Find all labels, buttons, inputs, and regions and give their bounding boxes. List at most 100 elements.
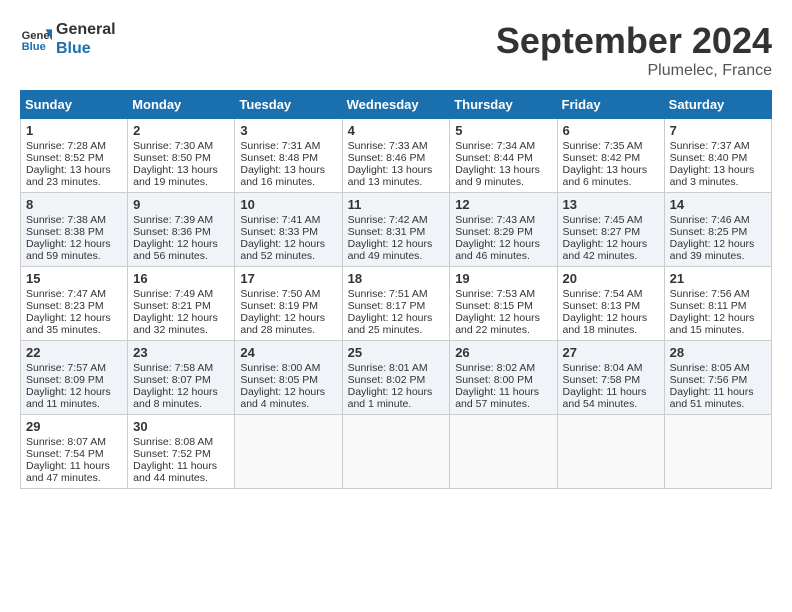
day-number: 8 [26,197,122,212]
sunset-text: Sunset: 8:17 PM [348,300,426,312]
table-row: 25Sunrise: 8:01 AMSunset: 8:02 PMDayligh… [342,341,450,415]
day-number: 9 [133,197,229,212]
sunrise-text: Sunrise: 7:49 AM [133,288,213,300]
calendar-week-5: 29 Sunrise: 8:07 AMSunset: 7:54 PMDayligh… [21,415,772,489]
sunrise-text: Sunrise: 7:58 AM [133,362,213,374]
daylight-text: Daylight: 12 hours and 25 minutes. [348,312,433,336]
day-number: 21 [670,271,766,286]
sunset-text: Sunset: 8:46 PM [348,152,426,164]
table-row [450,415,557,489]
sunset-text: Sunset: 7:58 PM [563,374,641,386]
sunrise-text: Sunrise: 7:35 AM [563,140,643,152]
table-row: 21Sunrise: 7:56 AMSunset: 8:11 PMDayligh… [664,267,771,341]
calendar-week-3: 15Sunrise: 7:47 AMSunset: 8:23 PMDayligh… [21,267,772,341]
sunset-text: Sunset: 8:07 PM [133,374,211,386]
daylight-text: Daylight: 12 hours and 18 minutes. [563,312,648,336]
sunrise-text: Sunrise: 7:46 AM [670,214,750,226]
daylight-text: Daylight: 12 hours and 8 minutes. [133,386,218,410]
table-row: 3Sunrise: 7:31 AMSunset: 8:48 PMDaylight… [235,119,342,193]
title-area: September 2024 Plumelec, France [496,20,772,80]
table-row: 9Sunrise: 7:39 AMSunset: 8:36 PMDaylight… [128,193,235,267]
table-row: 23Sunrise: 7:58 AMSunset: 8:07 PMDayligh… [128,341,235,415]
location: Plumelec, France [496,62,772,80]
sunrise-text: Sunrise: 7:47 AM [26,288,106,300]
table-row: 30Sunrise: 8:08 AMSunset: 7:52 PMDayligh… [128,415,235,489]
table-row: 13Sunrise: 7:45 AMSunset: 8:27 PMDayligh… [557,193,664,267]
daylight-text: Daylight: 11 hours and 47 minutes. [26,460,110,484]
logo-text-blue: Blue [56,39,116,58]
day-number: 25 [348,345,445,360]
daylight-text: Daylight: 12 hours and 59 minutes. [26,238,111,262]
sunrise-text: Sunrise: 7:30 AM [133,140,213,152]
day-number: 7 [670,123,766,138]
daylight-text: Daylight: 12 hours and 49 minutes. [348,238,433,262]
daylight-text: Daylight: 13 hours and 6 minutes. [563,164,648,188]
sunset-text: Sunset: 8:15 PM [455,300,533,312]
daylight-text: Daylight: 13 hours and 23 minutes. [26,164,111,188]
sunset-text: Sunset: 8:02 PM [348,374,426,386]
day-number: 2 [133,123,229,138]
col-sunday: Sunday [21,91,128,119]
daylight-text: Daylight: 12 hours and 42 minutes. [563,238,648,262]
sunrise-text: Sunrise: 7:31 AM [240,140,320,152]
calendar-week-1: 1Sunrise: 7:28 AMSunset: 8:52 PMDaylight… [21,119,772,193]
sunrise-text: Sunrise: 7:41 AM [240,214,320,226]
table-row: 24Sunrise: 8:00 AMSunset: 8:05 PMDayligh… [235,341,342,415]
sunrise-text: Sunrise: 7:39 AM [133,214,213,226]
day-number: 30 [133,419,229,434]
sunrise-text: Sunrise: 8:04 AM [563,362,643,374]
sunset-text: Sunset: 8:50 PM [133,152,211,164]
col-friday: Friday [557,91,664,119]
sunrise-text: Sunrise: 7:37 AM [670,140,750,152]
sunrise-text: Sunrise: 8:05 AM [670,362,750,374]
sunset-text: Sunset: 8:40 PM [670,152,748,164]
col-monday: Monday [128,91,235,119]
table-row: 22Sunrise: 7:57 AMSunset: 8:09 PMDayligh… [21,341,128,415]
daylight-text: Daylight: 13 hours and 3 minutes. [670,164,755,188]
sunset-text: Sunset: 8:38 PM [26,226,104,238]
table-row: 5Sunrise: 7:34 AMSunset: 8:44 PMDaylight… [450,119,557,193]
sunset-text: Sunset: 7:54 PM [26,448,104,460]
svg-text:Blue: Blue [22,41,46,53]
sunrise-text: Sunrise: 7:33 AM [348,140,428,152]
table-row: 29 Sunrise: 8:07 AMSunset: 7:54 PMDayligh… [21,415,128,489]
table-row: 20Sunrise: 7:54 AMSunset: 8:13 PMDayligh… [557,267,664,341]
sunset-text: Sunset: 8:44 PM [455,152,533,164]
daylight-text: Daylight: 12 hours and 1 minute. [348,386,433,410]
day-number: 14 [670,197,766,212]
daylight-text: Daylight: 13 hours and 19 minutes. [133,164,218,188]
day-number: 27 [563,345,659,360]
sunrise-text: Sunrise: 7:57 AM [26,362,106,374]
logo: General Blue General Blue [20,20,116,58]
sunset-text: Sunset: 8:42 PM [563,152,641,164]
daylight-text: Daylight: 12 hours and 15 minutes. [670,312,755,336]
table-row: 1Sunrise: 7:28 AMSunset: 8:52 PMDaylight… [21,119,128,193]
table-row: 7 Sunrise: 7:37 AMSunset: 8:40 PMDaylight… [664,119,771,193]
sunset-text: Sunset: 8:13 PM [563,300,641,312]
daylight-text: Daylight: 11 hours and 54 minutes. [563,386,647,410]
day-number: 13 [563,197,659,212]
day-number: 4 [348,123,445,138]
table-row: 10Sunrise: 7:41 AMSunset: 8:33 PMDayligh… [235,193,342,267]
day-number: 12 [455,197,551,212]
day-number: 11 [348,197,445,212]
sunset-text: Sunset: 8:48 PM [240,152,318,164]
table-row: 14Sunrise: 7:46 AMSunset: 8:25 PMDayligh… [664,193,771,267]
day-number: 18 [348,271,445,286]
sunset-text: Sunset: 8:21 PM [133,300,211,312]
day-number: 19 [455,271,551,286]
daylight-text: Daylight: 12 hours and 28 minutes. [240,312,325,336]
sunrise-text: Sunrise: 7:34 AM [455,140,535,152]
sunset-text: Sunset: 8:25 PM [670,226,748,238]
month-title: September 2024 [496,20,772,62]
sunrise-text: Sunrise: 8:02 AM [455,362,535,374]
table-row: 26Sunrise: 8:02 AMSunset: 8:00 PMDayligh… [450,341,557,415]
sunset-text: Sunset: 8:00 PM [455,374,533,386]
day-number: 29 [26,419,122,434]
day-number: 3 [240,123,336,138]
sunrise-text: Sunrise: 7:51 AM [348,288,428,300]
table-row [342,415,450,489]
sunrise-text: Sunrise: 8:07 AM [26,436,106,448]
calendar-week-2: 8Sunrise: 7:38 AMSunset: 8:38 PMDaylight… [21,193,772,267]
sunset-text: Sunset: 8:23 PM [26,300,104,312]
